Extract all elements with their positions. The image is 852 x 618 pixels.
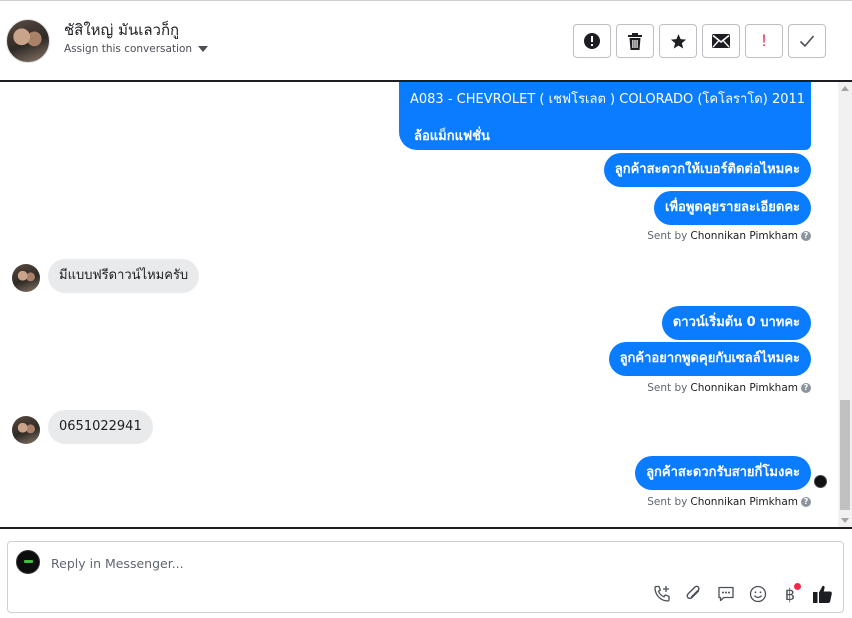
reply-input[interactable] bbox=[51, 552, 651, 574]
attach-button[interactable] bbox=[683, 583, 705, 605]
sent-by-label: Sent by Chonnikan Pimkham ? bbox=[647, 230, 811, 242]
contact-avatar bbox=[12, 264, 40, 292]
header-actions: ! bbox=[573, 24, 826, 58]
conversation-header: ชัสิใหญ่ มันเลวก็กู Assign this conversa… bbox=[0, 0, 852, 80]
spam-button[interactable] bbox=[573, 24, 611, 58]
thumbs-up-icon bbox=[812, 585, 832, 603]
contact-avatar bbox=[12, 416, 40, 444]
emoji-button[interactable] bbox=[747, 583, 769, 605]
outgoing-message-bubble[interactable]: ลูกค้าสะดวกรับสายกี่โมงคะ bbox=[635, 456, 811, 490]
delete-button[interactable] bbox=[616, 24, 654, 58]
reply-composer: ฿ bbox=[7, 541, 844, 613]
outgoing-message-bubble[interactable]: เพื่อพูดคุยรายละเอียดคะ bbox=[654, 191, 811, 225]
contact-name[interactable]: ชัสิใหญ่ มันเลวก็กู bbox=[64, 18, 179, 42]
follow-up-button[interactable]: ! bbox=[745, 24, 783, 58]
help-icon[interactable]: ? bbox=[801, 231, 811, 241]
saved-reply-button[interactable] bbox=[715, 583, 737, 605]
call-add-button[interactable] bbox=[651, 583, 673, 605]
outgoing-message-bubble[interactable]: ดาวน์เริ่มต้น 0 บาทคะ bbox=[661, 306, 811, 340]
outgoing-message-bubble[interactable]: A083 - CHEVROLET ( เชฟโรเลต ) COLORADO (… bbox=[399, 82, 811, 150]
outgoing-message-bubble[interactable]: ลูกค้าสะดวกให้เบอร์ติดต่อไหมคะ bbox=[603, 153, 811, 187]
call-add-icon bbox=[654, 585, 670, 602]
check-icon bbox=[799, 35, 815, 48]
sent-by-prefix: Sent by bbox=[647, 230, 688, 242]
emoji-icon bbox=[749, 585, 767, 603]
sent-by-label: Sent by Chonnikan Pimkham ? bbox=[647, 382, 811, 394]
sender-name: Chonnikan Pimkham bbox=[690, 230, 798, 242]
saved-reply-icon bbox=[718, 586, 734, 602]
page-avatar bbox=[16, 550, 40, 574]
star-button[interactable] bbox=[659, 24, 697, 58]
notification-dot bbox=[794, 583, 801, 590]
outgoing-message-bubble[interactable]: ลูกค้าอยากพูดคุยกับเซลล์ไหมคะ bbox=[608, 342, 811, 376]
incoming-message-bubble[interactable]: 0651022941 bbox=[48, 410, 153, 444]
sender-name: Chonnikan Pimkham bbox=[690, 382, 798, 394]
composer-tools: ฿ bbox=[651, 583, 833, 605]
like-button[interactable] bbox=[811, 583, 833, 605]
sent-by-prefix: Sent by bbox=[647, 496, 688, 508]
alert-circle-icon bbox=[584, 33, 600, 49]
assign-label: Assign this conversation bbox=[64, 43, 193, 55]
payment-button[interactable]: ฿ bbox=[779, 583, 801, 605]
incoming-message-bubble[interactable]: มีแบบฟรีดาวน์ไหมครับ bbox=[48, 259, 200, 293]
sent-by-prefix: Sent by bbox=[647, 382, 688, 394]
message-thread[interactable]: A083 - CHEVROLET ( เชฟโรเลต ) COLORADO (… bbox=[0, 82, 838, 527]
exclamation-icon: ! bbox=[761, 31, 767, 50]
caret-down-icon bbox=[198, 46, 209, 52]
message-text: A083 - CHEVROLET ( เชฟโรเลต ) COLORADO (… bbox=[410, 92, 806, 107]
sender-name: Chonnikan Pimkham bbox=[690, 496, 798, 508]
paperclip-icon bbox=[686, 585, 700, 600]
scroll-thumb[interactable] bbox=[840, 400, 850, 510]
trash-icon bbox=[628, 32, 642, 50]
scroll-up-icon[interactable] bbox=[841, 86, 849, 91]
help-icon[interactable]: ? bbox=[801, 497, 811, 507]
star-icon bbox=[670, 33, 686, 49]
done-button[interactable] bbox=[788, 24, 826, 58]
scroll-down-icon[interactable] bbox=[841, 518, 849, 523]
thread-divider bbox=[0, 527, 852, 529]
contact-avatar[interactable] bbox=[6, 19, 50, 63]
help-icon[interactable]: ? bbox=[801, 383, 811, 393]
seen-avatar bbox=[814, 475, 827, 488]
thread-scrollbar[interactable] bbox=[838, 82, 852, 527]
mark-unread-button[interactable] bbox=[702, 24, 740, 58]
assign-conversation-dropdown[interactable]: Assign this conversation bbox=[64, 43, 209, 55]
sent-by-label: Sent by Chonnikan Pimkham ? bbox=[647, 496, 811, 508]
message-text: ล้อแม็กแฟชั่น bbox=[414, 129, 490, 144]
envelope-icon bbox=[712, 34, 730, 48]
